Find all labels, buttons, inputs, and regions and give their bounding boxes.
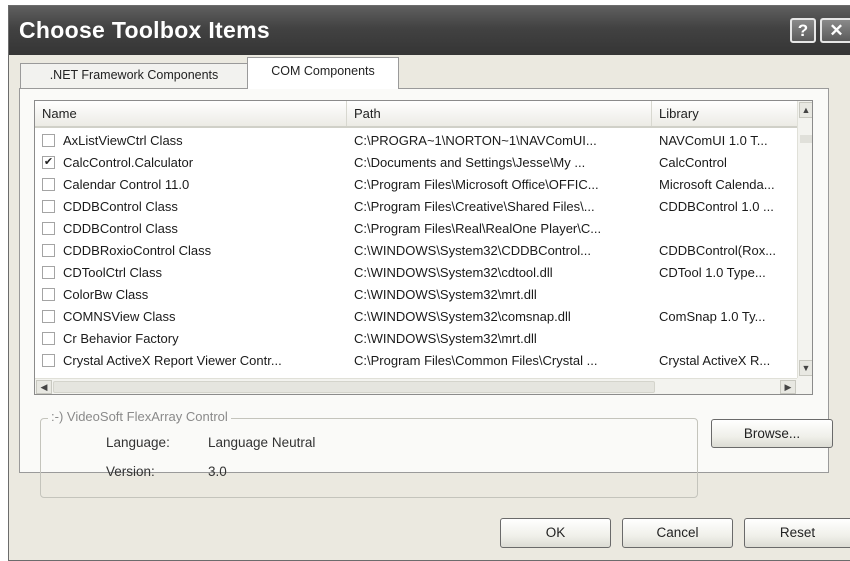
reset-button[interactable]: Reset (744, 518, 850, 548)
vertical-scroll-thumb[interactable] (800, 135, 812, 143)
list-item[interactable]: CDDBControl Class C:\Program Files\Creati… (35, 196, 797, 218)
component-library (659, 286, 799, 304)
scroll-down-button[interactable]: ▼ (799, 360, 812, 376)
horizontal-scroll-thumb[interactable] (53, 381, 655, 393)
component-name: CDDBControl Class (63, 199, 178, 214)
component-path: C:\Program Files\Creative\Shared Files\.… (354, 199, 595, 214)
component-path: C:\Program Files\Common Files\Crystal ..… (354, 353, 598, 368)
components-list[interactable]: Name Path Library AxListViewCtrl Class C:… (34, 100, 813, 395)
component-path: C:\WINDOWS\System32\mrt.dll (354, 331, 537, 346)
language-label: Language: (106, 435, 170, 450)
component-name: COMNSView Class (63, 309, 176, 324)
scroll-left-button[interactable]: ◀ (36, 380, 52, 394)
component-name: CDToolCtrl Class (63, 265, 162, 280)
component-name: Cr Behavior Factory (63, 331, 179, 346)
component-checkbox[interactable] (42, 222, 55, 235)
component-checkbox[interactable] (42, 200, 55, 213)
close-button[interactable]: ✕ (820, 18, 850, 43)
component-library (659, 220, 799, 238)
list-item[interactable]: CDToolCtrl Class C:\WINDOWS\System32\cdto… (35, 262, 797, 284)
component-path: C:\Program Files\Real\RealOne Player\C..… (354, 221, 602, 236)
list-item[interactable]: ✔ CalcControl.Calculator C:\Documents and … (35, 152, 797, 174)
component-path: C:\PROGRA~1\NORTON~1\NAVComUI... (354, 133, 597, 148)
component-checkbox[interactable] (42, 310, 55, 323)
component-library: NAVComUI 1.0 T... (659, 133, 768, 148)
browse-button[interactable]: Browse... (711, 419, 833, 448)
column-header-library[interactable]: Library (651, 101, 797, 126)
scroll-up-button[interactable]: ▲ (799, 102, 812, 118)
component-name: CDDBRoxioControl Class (63, 243, 212, 258)
cancel-button[interactable]: Cancel (622, 518, 733, 548)
list-item[interactable]: Cr Behavior Factory C:\WINDOWS\System32\m… (35, 328, 797, 350)
component-library: Microsoft Calenda... (659, 177, 775, 192)
ok-button[interactable]: OK (500, 518, 611, 548)
component-name: CDDBControl Class (63, 221, 178, 236)
horizontal-scrollbar[interactable]: ◀ ▶ (35, 378, 797, 394)
selected-component-name: :-) VideoSoft FlexArray Control (48, 409, 231, 424)
scroll-right-button[interactable]: ▶ (780, 380, 796, 394)
list-item[interactable]: AxListViewCtrl Class C:\PROGRA~1\NORTON~1… (35, 130, 797, 152)
list-item[interactable]: CDDBControl Class C:\Program Files\Real\R… (35, 218, 797, 240)
version-value: 3.0 (208, 464, 227, 479)
vertical-scrollbar[interactable]: ▲ ▼ (797, 101, 812, 378)
list-item[interactable]: Calendar Control 11.0 C:\Program Files\Mi… (35, 174, 797, 196)
title-bar[interactable]: Choose Toolbox Items ? ✕ (9, 6, 850, 55)
component-checkbox[interactable] (42, 244, 55, 257)
component-library: CalcControl (659, 155, 727, 170)
component-checkbox[interactable] (42, 134, 55, 147)
component-details-group (40, 418, 698, 498)
scrollbar-corner (797, 378, 812, 394)
component-path: C:\WINDOWS\System32\mrt.dll (354, 287, 537, 302)
component-path: C:\Program Files\Microsoft Office\OFFIC.… (354, 177, 599, 192)
component-library: CDDBControl 1.0 ... (659, 199, 774, 214)
column-header-path[interactable]: Path (346, 101, 651, 126)
tab-net-framework-components[interactable]: .NET Framework Components (20, 63, 248, 88)
component-library: CDDBControl(Rox... (659, 243, 777, 258)
component-path: C:\WINDOWS\System32\CDDBControl... (354, 243, 591, 258)
help-button[interactable]: ? (790, 18, 816, 43)
list-item[interactable]: CDDBRoxioControl Class C:\WINDOWS\System3… (35, 240, 797, 262)
language-value: Language Neutral (208, 435, 316, 450)
list-item[interactable]: ColorBw Class C:\WINDOWS\System32\mrt.dll (35, 284, 797, 306)
version-label: Version: (106, 464, 155, 479)
component-name: ColorBw Class (63, 287, 149, 302)
list-header: Name Path Library (35, 101, 797, 128)
tab-com-components[interactable]: COM Components (247, 57, 399, 89)
component-library: ComSnap 1.0 Ty... (659, 309, 766, 324)
component-checkbox[interactable] (42, 288, 55, 301)
component-checkbox[interactable] (42, 354, 55, 367)
component-library: CDTool 1.0 Type... (659, 265, 766, 280)
component-name: AxListViewCtrl Class (63, 133, 183, 148)
component-name: Calendar Control 11.0 (63, 177, 190, 192)
component-path: C:\Documents and Settings\Jesse\My ... (354, 155, 586, 170)
component-path: C:\WINDOWS\System32\comsnap.dll (354, 309, 571, 324)
component-checkbox[interactable] (42, 178, 55, 191)
dialog-title: Choose Toolbox Items (19, 17, 270, 43)
list-item[interactable]: Crystal ActiveX Report Viewer Contr... C:… (35, 350, 797, 372)
list-item[interactable]: COMNSView Class C:\WINDOWS\System32\comsn… (35, 306, 797, 328)
component-library: Crystal ActiveX R... (659, 353, 771, 368)
component-checkbox[interactable] (42, 332, 55, 345)
component-checkbox[interactable] (42, 266, 55, 279)
component-library (659, 330, 799, 348)
column-header-name[interactable]: Name (35, 101, 346, 126)
component-name: CalcControl.Calculator (63, 155, 194, 170)
component-checkbox[interactable]: ✔ (42, 156, 55, 169)
component-name: Crystal ActiveX Report Viewer Contr... (63, 353, 282, 368)
component-path: C:\WINDOWS\System32\cdtool.dll (354, 265, 553, 280)
